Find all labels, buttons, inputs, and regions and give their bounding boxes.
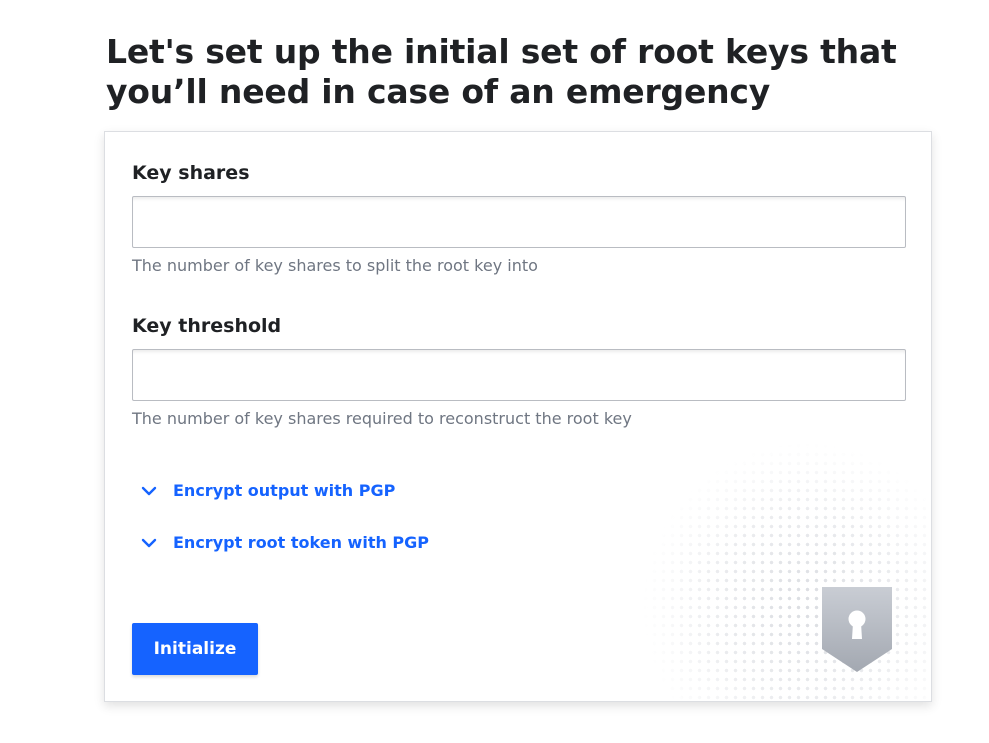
initialize-button[interactable]: Initialize	[132, 623, 258, 675]
encrypt-root-token-pgp-toggle[interactable]: Encrypt root token with PGP	[140, 533, 429, 552]
key-threshold-input[interactable]	[132, 349, 906, 401]
key-shares-label: Key shares	[132, 162, 250, 184]
key-shares-help: The number of key shares to split the ro…	[132, 256, 538, 275]
key-threshold-label: Key threshold	[132, 315, 282, 337]
encrypt-output-pgp-toggle[interactable]: Encrypt output with PGP	[140, 481, 395, 500]
encrypt-output-pgp-label: Encrypt output with PGP	[173, 481, 396, 500]
init-form-card: Key shares The number of key shares to s…	[104, 131, 932, 702]
chevron-down-icon	[141, 486, 157, 495]
chevron-down-icon	[141, 538, 157, 547]
page-title: Let's set up the initial set of root key…	[106, 32, 897, 111]
encrypt-root-token-pgp-label: Encrypt root token with PGP	[173, 533, 430, 552]
key-shares-input[interactable]	[132, 196, 906, 248]
keyhole-shield-icon	[822, 587, 892, 672]
key-threshold-help: The number of key shares required to rec…	[132, 409, 632, 428]
